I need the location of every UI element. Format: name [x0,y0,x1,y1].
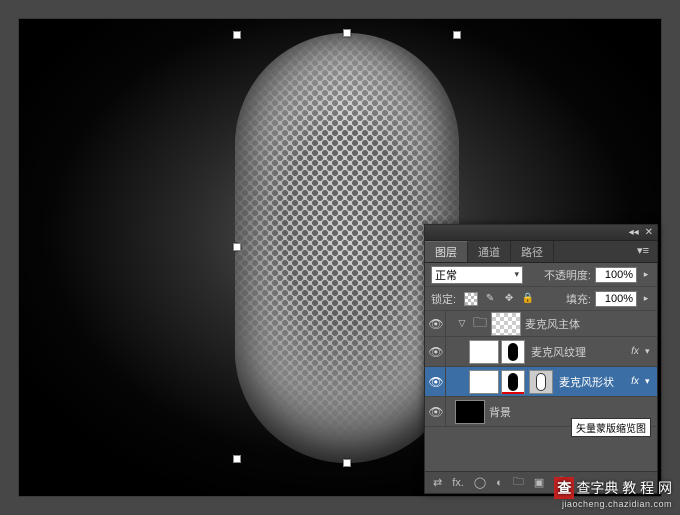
new-group-icon[interactable]: 🗀 [513,473,524,492]
layer-name[interactable]: 麦克风形状 [557,374,625,390]
group-toggle-icon[interactable]: ▽ [455,318,469,329]
panel-tabs: 图层 通道 路径 ▾≡ [425,241,657,263]
fill-label: 填充: [566,291,591,307]
transform-handle[interactable] [343,29,351,37]
add-mask-icon[interactable]: ◯ [474,476,486,489]
lock-fill-row: 锁定: ✎ ✥ 🔒 填充: 100% ▸ [425,287,657,311]
watermark-url: jiaocheng.chazidian.com [554,499,672,509]
layer-thumb[interactable] [455,400,485,424]
panel-titlebar: ◂◂ ✕ [425,225,657,241]
opacity-label: 不透明度: [544,267,591,283]
transform-handle[interactable] [343,459,351,467]
layer-row-shape[interactable]: 👁 麦克风形状 fx ▾ [425,367,657,397]
lock-pixels-icon[interactable]: ✎ [483,292,497,306]
vector-mask-thumb[interactable] [529,370,553,394]
transform-handle[interactable] [233,455,241,463]
layers-list: 👁 ▽ 🗀 麦克风主体 👁 麦克风纹理 fx ▾ 👁 麦克风形状 fx [425,311,657,463]
fill-chevron-icon[interactable]: ▸ [641,293,651,304]
visibility-icon[interactable]: 👁 [427,405,445,419]
fx-chevron-icon[interactable]: ▾ [645,376,657,387]
group-mask-thumb[interactable] [491,312,521,336]
adjustment-layer-icon[interactable]: ◐ [496,477,503,489]
collapse-icon[interactable]: ◂◂ [629,227,639,238]
lock-label: 锁定: [431,291,456,307]
vector-mask-tooltip: 矢量蒙版缩览图 [571,418,651,437]
tab-paths[interactable]: 路径 [511,241,554,262]
tab-layers[interactable]: 图层 [425,241,468,262]
transform-handle[interactable] [233,243,241,251]
fill-input[interactable]: 100% [595,291,637,307]
opacity-input[interactable]: 100% [595,267,637,283]
visibility-icon[interactable]: 👁 [427,375,445,389]
visibility-icon[interactable]: 👁 [427,317,445,331]
blend-opacity-row: 正常 不透明度: 100% ▸ [425,263,657,287]
transform-handle[interactable] [233,31,241,39]
panel-footer: ⇄ fx. ◯ ◐ 🗀 ▣ 🗑 [425,471,657,493]
fx-badge[interactable]: fx [625,376,645,387]
layer-mask-thumb[interactable] [501,340,525,364]
lock-all-icon[interactable]: 🔒 [521,292,535,306]
fx-badge[interactable]: fx [625,346,645,357]
layers-panel: ◂◂ ✕ 图层 通道 路径 ▾≡ 正常 不透明度: 100% ▸ 锁定: ✎ ✥… [424,224,658,494]
layer-thumb[interactable] [469,340,499,364]
layer-name[interactable]: 麦克风纹理 [529,344,625,360]
layer-mask-thumb[interactable] [501,370,525,394]
fx-chevron-icon[interactable]: ▾ [645,346,657,357]
tab-channels[interactable]: 通道 [468,241,511,262]
transform-handle[interactable] [453,31,461,39]
new-layer-icon[interactable]: ▣ [534,476,544,489]
layer-group-row[interactable]: 👁 ▽ 🗀 麦克风主体 [425,311,657,337]
link-layers-icon[interactable]: ⇄ [433,476,442,489]
panel-menu-icon[interactable]: ▾≡ [629,241,657,262]
close-icon[interactable]: ✕ [645,227,653,238]
lock-position-icon[interactable]: ✥ [502,292,516,306]
layer-row-texture[interactable]: 👁 麦克风纹理 fx ▾ [425,337,657,367]
visibility-icon[interactable]: 👁 [427,345,445,359]
layer-name[interactable]: 麦克风主体 [523,316,657,332]
lock-buttons: ✎ ✥ 🔒 [464,292,535,306]
layer-thumb[interactable] [469,370,499,394]
opacity-chevron-icon[interactable]: ▸ [641,269,651,280]
blend-mode-select[interactable]: 正常 [431,266,523,284]
fx-menu-icon[interactable]: fx. [452,477,464,489]
folder-icon: 🗀 [469,312,491,336]
delete-layer-icon[interactable]: 🗑 [554,476,568,489]
lock-transparent-icon[interactable] [464,292,478,306]
